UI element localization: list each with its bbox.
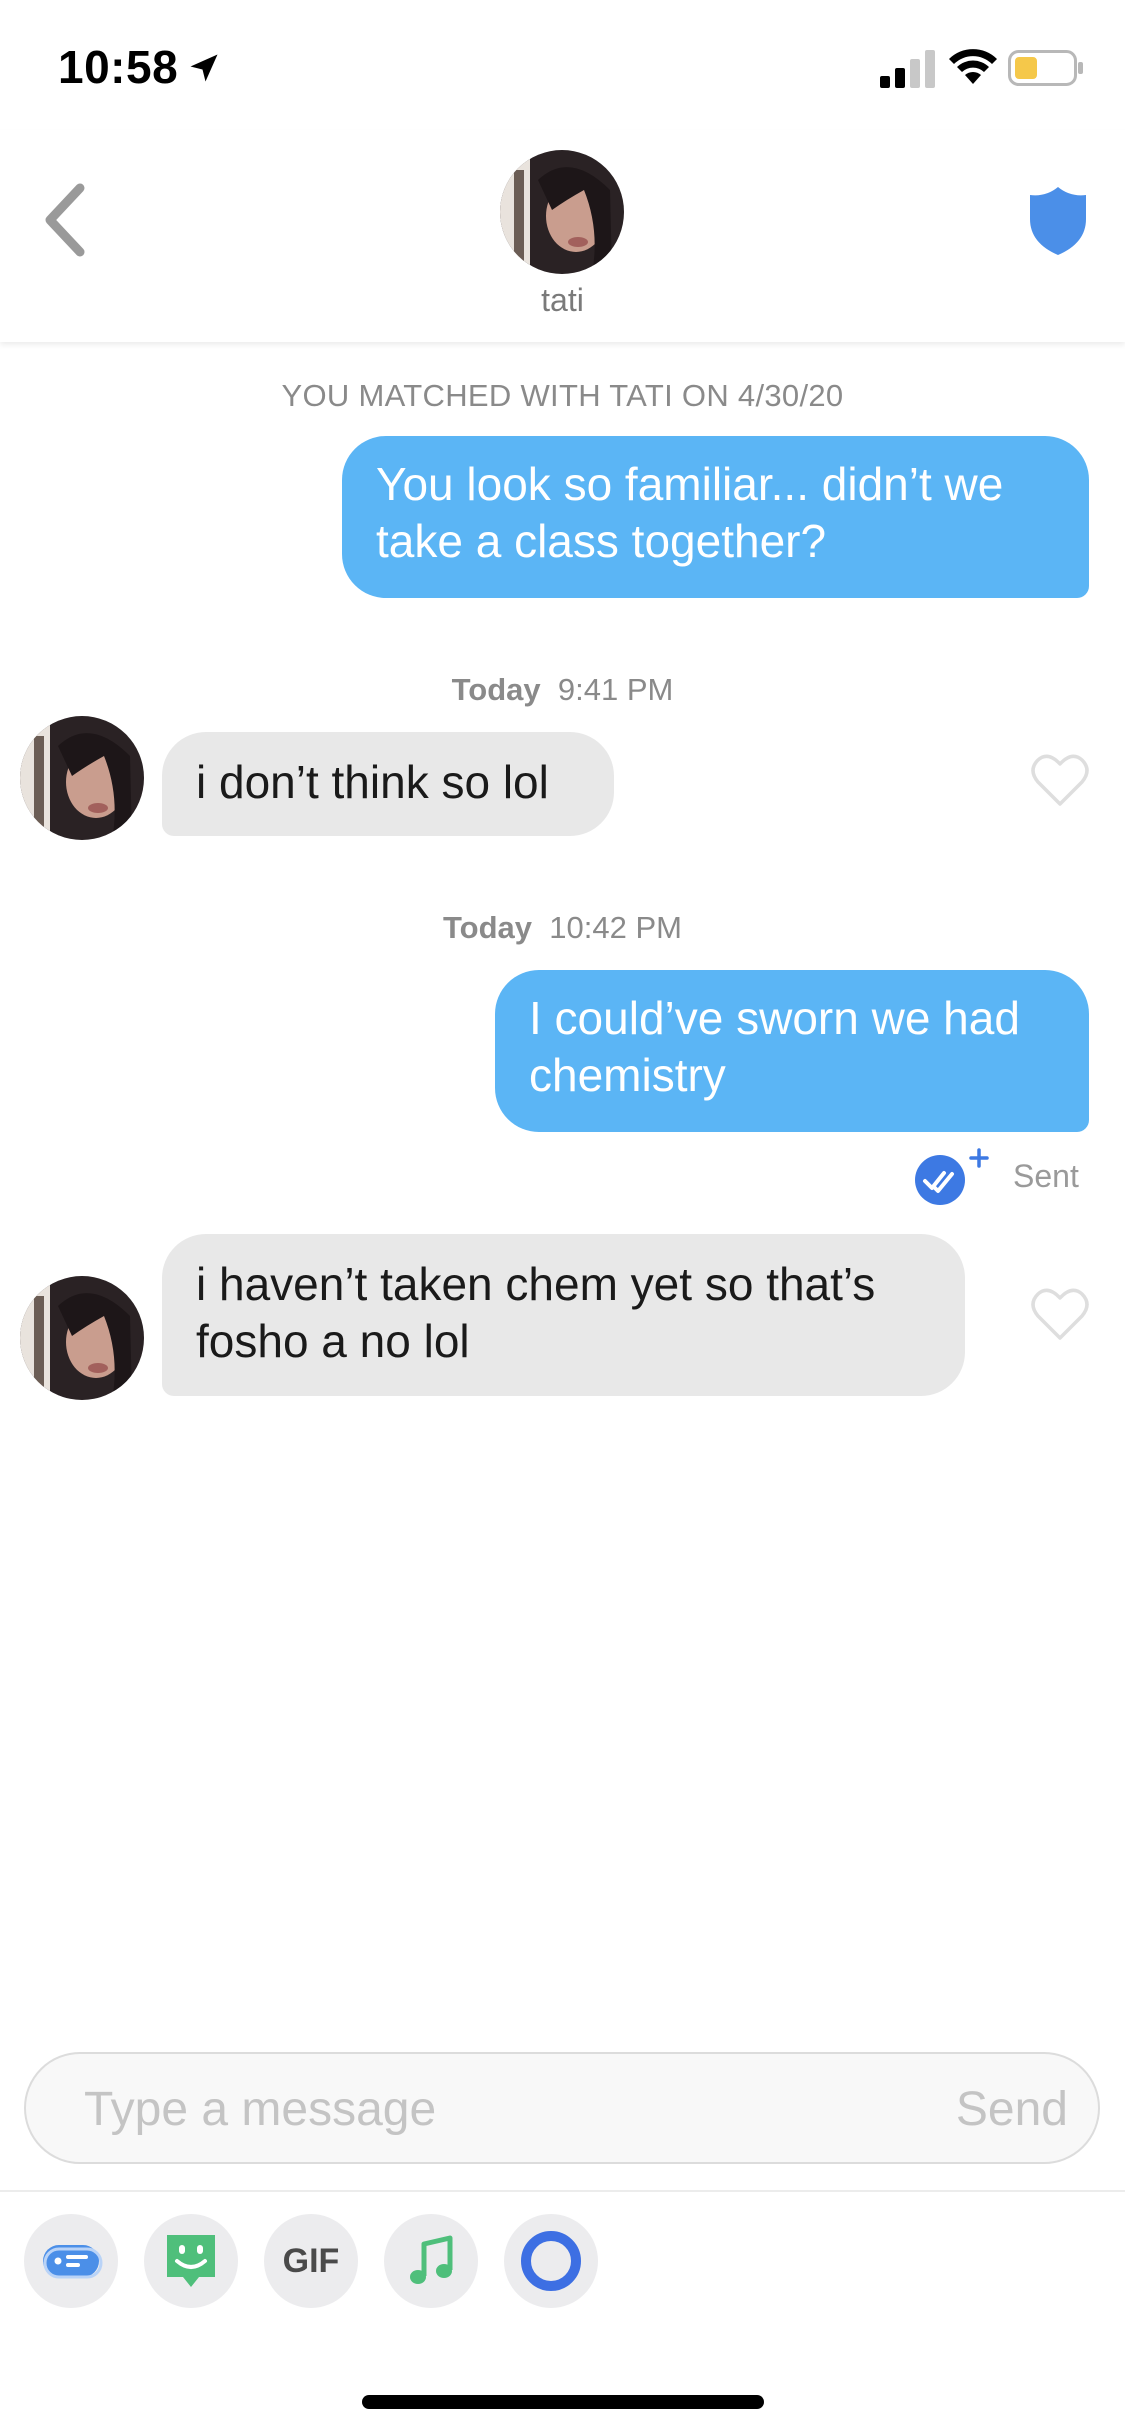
timestamp-day: Today: [451, 672, 541, 707]
like-heart-icon[interactable]: [1030, 1286, 1090, 1342]
chat-header: tati: [0, 130, 1125, 342]
home-indicator: [362, 2395, 764, 2409]
loop-icon: [521, 2231, 581, 2291]
read-receipt-icon[interactable]: [912, 1146, 990, 1206]
sticker-icon: [167, 2235, 215, 2287]
timestamp-time: 9:41 PM: [557, 672, 674, 707]
send-button[interactable]: Send: [956, 2082, 1068, 2137]
status-bar: 10:58: [0, 0, 1125, 130]
sticker-button[interactable]: [144, 2214, 238, 2308]
incoming-message-bubble[interactable]: i haven’t taken chem yet so that’s fosho…: [162, 1234, 965, 1396]
message-line: fosho a no lol: [196, 1315, 470, 1367]
match-note: YOU MATCHED WITH TATI ON 4/30/20: [281, 378, 844, 413]
gif-button[interactable]: GIF: [264, 2214, 358, 2308]
toolbar-divider: [0, 2190, 1125, 2192]
quick-replies-icon: [43, 2245, 103, 2279]
message-timestamp: Today 9:41 PM: [0, 672, 1125, 708]
quick-replies-button[interactable]: [24, 2214, 118, 2308]
message-timestamp: Today 10:42 PM: [0, 910, 1125, 946]
incoming-message-bubble[interactable]: i don’t think so lol: [162, 732, 614, 836]
outgoing-message-bubble[interactable]: I could’ve sworn we had chemistry: [495, 970, 1089, 1132]
timestamp-day: Today: [443, 910, 533, 945]
message-avatar[interactable]: [20, 1276, 144, 1400]
gif-label: GIF: [282, 2241, 340, 2280]
sent-status: Sent: [1013, 1158, 1079, 1194]
message-composer: Send: [24, 2052, 1100, 2164]
message-line: chemistry: [529, 1049, 726, 1101]
message-line: You look so familiar... didn’t we: [376, 458, 1004, 510]
battery-icon: [1008, 50, 1083, 86]
outgoing-message-bubble[interactable]: You look so familiar... didn’t we take a…: [342, 436, 1089, 598]
message-line: i haven’t taken chem yet so that’s: [196, 1258, 876, 1310]
message-avatar[interactable]: [20, 716, 144, 840]
timestamp-time: 10:42 PM: [549, 910, 682, 945]
safety-shield-icon[interactable]: [1028, 185, 1088, 257]
like-heart-icon[interactable]: [1030, 752, 1090, 808]
back-chevron-icon[interactable]: [40, 180, 90, 260]
message-line: i don’t think so lol: [196, 756, 549, 808]
avatar-photo: [20, 716, 144, 840]
message-input[interactable]: [84, 2082, 884, 2137]
contact-name[interactable]: tati: [0, 282, 1125, 319]
avatar-photo: [500, 150, 624, 274]
wifi-icon: [949, 49, 997, 84]
loop-button[interactable]: [504, 2214, 598, 2308]
message-line: I could’ve sworn we had: [529, 992, 1020, 1044]
status-time: 10:58: [58, 41, 179, 93]
music-button[interactable]: [384, 2214, 478, 2308]
avatar-photo: [20, 1276, 144, 1400]
location-arrow-icon: [190, 54, 218, 82]
contact-avatar[interactable]: [500, 150, 624, 274]
cellular-signal-icon: [880, 50, 935, 88]
message-line: take a class together?: [376, 515, 827, 567]
music-note-icon: [410, 2235, 453, 2284]
